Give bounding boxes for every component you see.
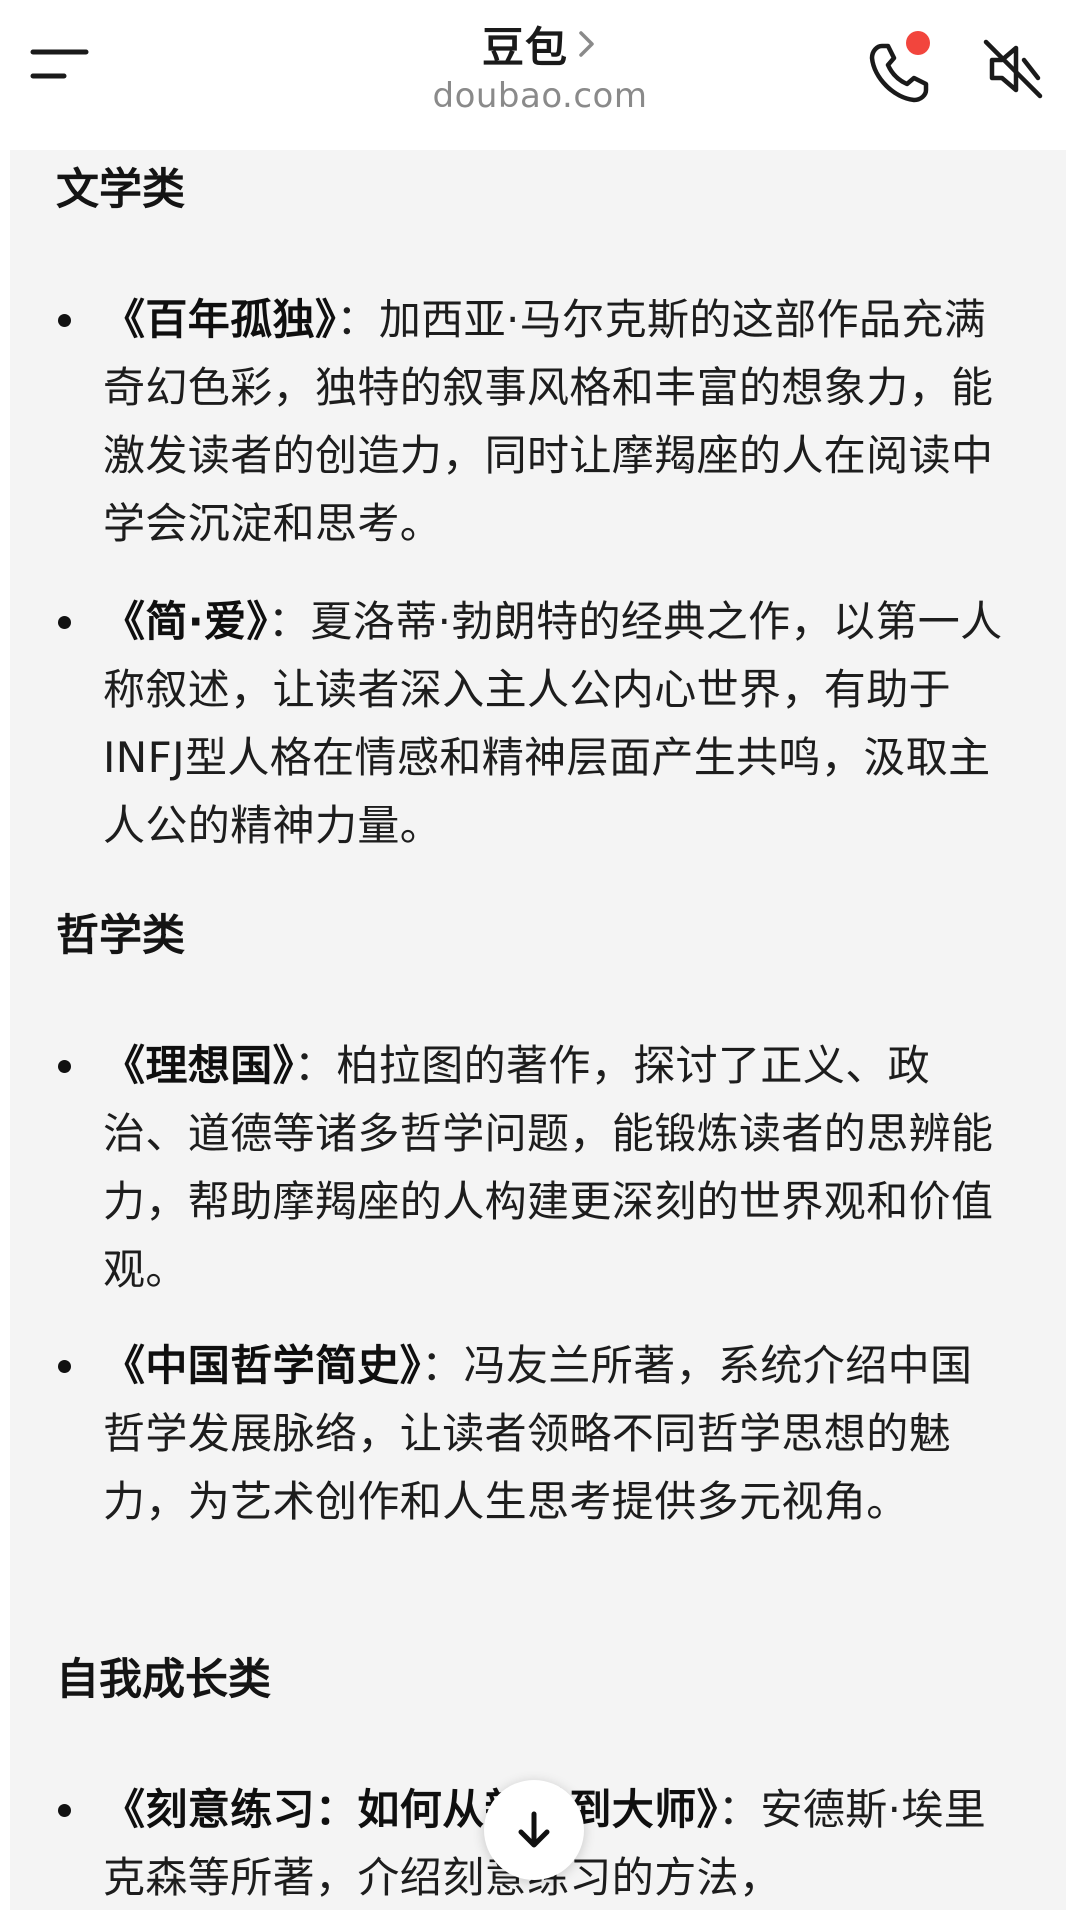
notification-dot [906, 31, 930, 55]
book-title: 《百年孤独》 [103, 295, 337, 344]
book-title: 《简·爱》 [103, 597, 268, 646]
bullet [58, 616, 71, 629]
menu-icon [30, 49, 89, 79]
bullet [58, 1360, 71, 1373]
bullet [58, 1804, 71, 1817]
list-item: 《百年孤独》：加西亚·马尔克斯的这部作品充满奇幻色彩，独特的叙事风格和丰富的想象… [103, 286, 1013, 558]
book-title: 《中国哲学简史》 [103, 1341, 422, 1390]
bullet [58, 314, 71, 327]
separator: ： [267, 597, 311, 646]
speaker-muted-icon [983, 39, 1043, 99]
section-heading: 自我成长类 [56, 1655, 271, 1705]
list-item: 《简·爱》：夏洛蒂·勃朗特的经典之作，以第一人称叙述，让读者深入主人公内心世界，… [103, 588, 1013, 860]
menu-button[interactable] [30, 42, 90, 86]
assistant-message: 文学类 《百年孤独》：加西亚·马尔克斯的这部作品充满奇幻色彩，独特的叙事风格和丰… [10, 150, 1066, 1910]
list-item: 《理想国》：柏拉图的著作，探讨了正义、政治、道德等诸多哲学问题，能锻炼读者的思辨… [103, 1032, 1013, 1304]
scroll-to-bottom-button[interactable] [484, 1780, 584, 1880]
book-title: 《理想国》 [103, 1041, 295, 1090]
separator: ： [294, 1041, 337, 1090]
book-title: 《刻意练习：如何从新手到大师》 [103, 1785, 719, 1834]
chevron-right-icon [579, 31, 594, 57]
mute-toggle-button[interactable] [978, 34, 1048, 104]
arrow-down-icon [518, 1811, 550, 1848]
top-bar: 豆包 doubao.com [0, 0, 1080, 150]
site-url: doubao.com [432, 76, 648, 116]
app-title: 豆包 [481, 22, 568, 72]
separator: ： [718, 1785, 761, 1834]
bullet [58, 1060, 71, 1073]
separator: ： [336, 295, 379, 344]
section-heading: 哲学类 [56, 911, 185, 961]
separator: ： [421, 1341, 464, 1390]
chat-title-area[interactable]: 豆包 doubao.com [340, 14, 740, 117]
list-item: 《中国哲学简史》：冯友兰所著，系统介绍中国哲学发展脉络，让读者领略不同哲学思想的… [103, 1332, 1013, 1536]
section-heading: 文学类 [56, 165, 185, 215]
